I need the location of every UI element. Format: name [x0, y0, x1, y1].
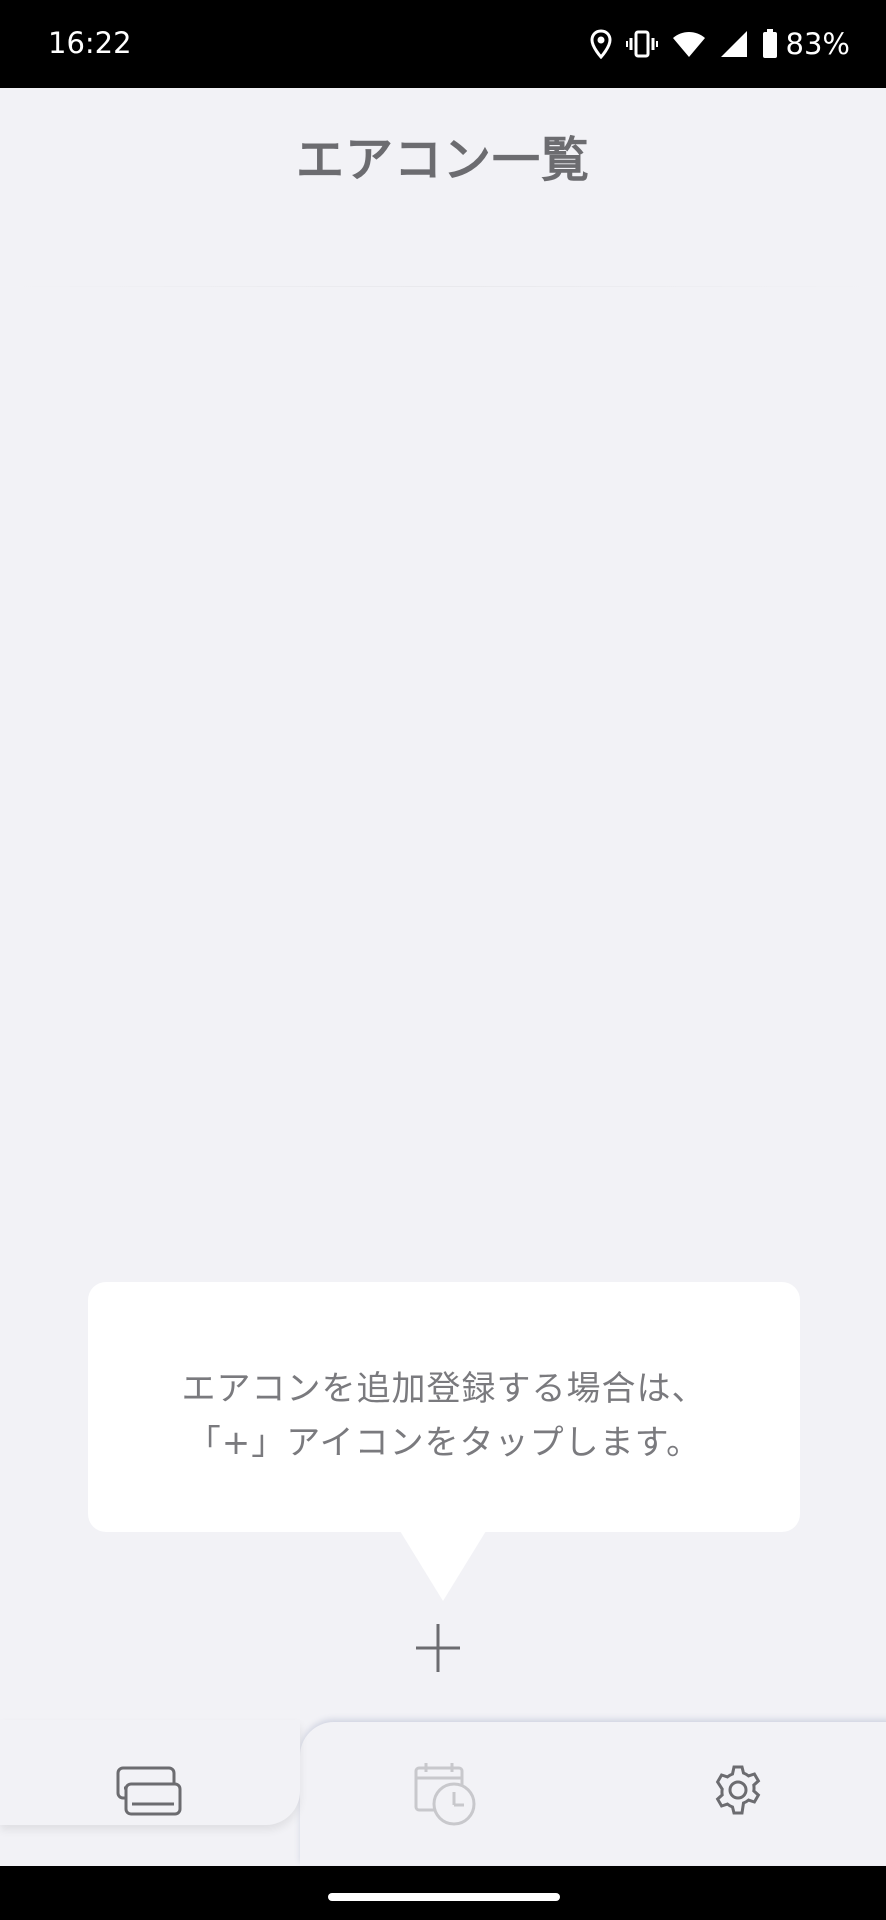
nav-background [300, 1722, 886, 1865]
vibrate-icon [625, 29, 658, 59]
status-bar: 16:22 83% [0, 0, 886, 88]
tab-aircon-list[interactable] [0, 1720, 300, 1825]
location-icon [590, 29, 612, 59]
page-title: エアコン一覧 [295, 132, 590, 188]
aircon-list-icon [116, 1766, 182, 1816]
tab-schedule[interactable] [404, 1760, 484, 1830]
status-icons: 83% [576, 26, 850, 62]
gesture-handle[interactable] [328, 1893, 560, 1901]
tooltip-text: エアコンを追加登録する場合は、 「+」アイコンをタップします。 [88, 1362, 800, 1470]
battery-icon [762, 29, 778, 59]
tooltip-line-1: エアコンを追加登録する場合は、 [181, 1369, 707, 1409]
add-hint-tooltip: エアコンを追加登録する場合は、 「+」アイコンをタップします。 [88, 1282, 800, 1532]
add-aircon-button[interactable] [410, 1620, 466, 1676]
tooltip-pointer [400, 1531, 486, 1601]
schedule-timer-icon [414, 1763, 476, 1826]
plus-icon [416, 1624, 460, 1672]
tab-settings[interactable] [700, 1760, 780, 1830]
signal-icon [720, 30, 748, 58]
tooltip-line-2: 「+」アイコンをタップします。 [186, 1423, 702, 1463]
bottom-navigation [0, 1720, 886, 1865]
wifi-icon [672, 30, 706, 58]
battery-percent: 83% [785, 27, 850, 61]
gear-icon [715, 1765, 761, 1815]
status-time: 16:22 [48, 26, 132, 60]
header-divider [0, 286, 886, 287]
system-gesture-bar [0, 1866, 886, 1920]
